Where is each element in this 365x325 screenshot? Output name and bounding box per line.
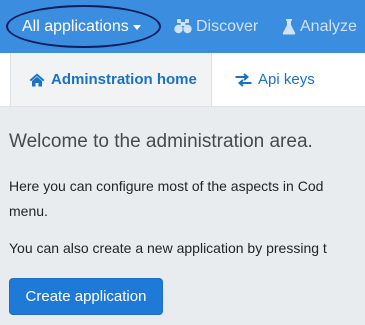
exchange-arrows-icon [235, 72, 252, 87]
tab-administration-home[interactable]: Adminstration home [10, 53, 212, 106]
intro-text-line-2: menu. [9, 203, 48, 219]
nav-analyze-label: Analyze [300, 17, 357, 35]
tab-administration-home-label: Adminstration home [51, 71, 197, 88]
admin-subnav: Adminstration home Api keys [0, 53, 365, 107]
page-title: Welcome to the administration area. [9, 131, 313, 152]
nav-discover-label: Discover [196, 17, 259, 35]
intro-text-line-1: Here you can configure most of the aspec… [9, 178, 324, 194]
top-navbar: All applications Discover Analyze [0, 0, 365, 53]
create-app-hint-text: You can also create a new application by… [9, 240, 327, 256]
create-application-button[interactable]: Create application [9, 278, 163, 315]
tab-api-keys-label: Api keys [258, 71, 315, 88]
nav-discover[interactable]: Discover [174, 0, 258, 53]
highlight-annotation-circle [6, 5, 161, 48]
tab-api-keys[interactable]: Api keys [235, 53, 315, 106]
binoculars-icon [174, 19, 192, 34]
home-icon [29, 73, 45, 87]
nav-analyze[interactable]: Analyze [282, 0, 357, 53]
flask-icon [282, 18, 296, 35]
